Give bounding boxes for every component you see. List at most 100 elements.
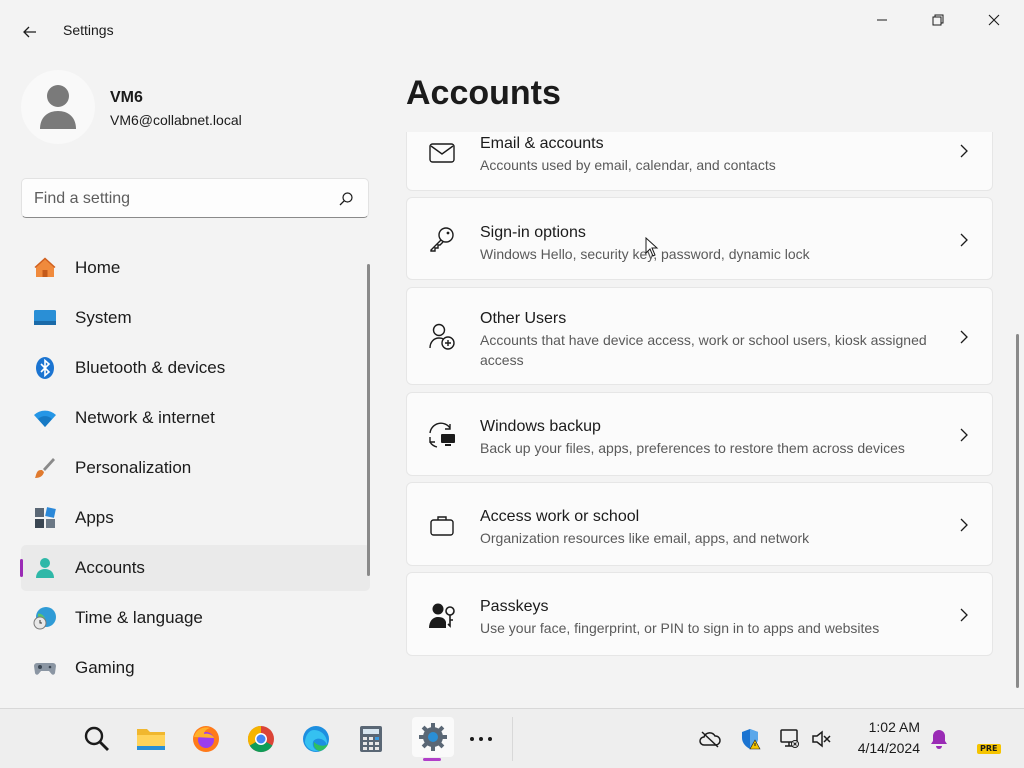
app-title: Settings xyxy=(63,22,114,38)
page-title: Accounts xyxy=(406,74,561,112)
more-icon xyxy=(470,737,492,741)
tray-volume[interactable] xyxy=(809,727,833,751)
chevron-right-icon xyxy=(960,518,968,532)
restore-button[interactable] xyxy=(914,4,962,36)
sidebar-item-label: Apps xyxy=(75,508,114,527)
clock-time[interactable]: 1:02 AM xyxy=(850,719,920,735)
card-title: Sign-in options xyxy=(480,224,586,241)
avatar[interactable] xyxy=(21,70,95,144)
system-icon xyxy=(33,306,57,330)
taskbar-file-explorer[interactable] xyxy=(133,721,169,757)
gamepad-icon xyxy=(33,656,57,680)
sidebar-scrollbar[interactable] xyxy=(367,264,370,576)
back-arrow-icon xyxy=(23,26,36,38)
backup-icon xyxy=(427,421,457,451)
taskbar-separator xyxy=(512,717,513,761)
calculator-icon xyxy=(360,726,382,752)
minimize-icon xyxy=(877,19,887,21)
card-description: Organization resources like email, apps,… xyxy=(480,530,810,546)
close-button[interactable] xyxy=(970,4,1018,36)
sidebar-item-label: Time & language xyxy=(75,608,203,627)
card-description: Accounts used by email, calendar, and co… xyxy=(480,157,776,173)
search-icon[interactable] xyxy=(338,191,354,207)
settings-list: Email & accounts Accounts used by email,… xyxy=(406,132,994,708)
settings-icon xyxy=(419,723,447,751)
edge-icon xyxy=(303,726,329,752)
taskbar-calculator[interactable] xyxy=(353,721,389,757)
sidebar-item-gaming[interactable]: Gaming xyxy=(21,645,370,691)
back-button[interactable] xyxy=(14,18,46,46)
sidebar-item-home[interactable]: Home xyxy=(21,245,370,291)
tray-onedrive[interactable] xyxy=(698,727,722,751)
sidebar-item-time-language[interactable]: Time & language xyxy=(21,595,370,641)
sidebar-item-accounts[interactable]: Accounts xyxy=(20,545,370,591)
sidebar-item-bluetooth[interactable]: Bluetooth & devices xyxy=(21,345,370,391)
tray-network[interactable] xyxy=(777,727,801,751)
taskbar-more-button[interactable] xyxy=(463,721,499,757)
card-title: Windows backup xyxy=(480,418,601,435)
profile-email: VM6@collabnet.local xyxy=(110,112,242,128)
wifi-icon xyxy=(33,406,57,430)
sidebar-item-personalization[interactable]: Personalization xyxy=(21,445,370,491)
chevron-right-icon xyxy=(960,608,968,622)
sidebar-item-label: System xyxy=(75,308,132,327)
globe-clock-icon xyxy=(33,606,57,630)
restore-icon xyxy=(932,14,944,26)
card-other-users[interactable]: Other Users Accounts that have device ac… xyxy=(406,287,993,385)
taskbar-settings[interactable] xyxy=(412,717,454,757)
chevron-right-icon xyxy=(960,330,968,344)
tray-notifications[interactable] xyxy=(927,727,951,751)
search-input[interactable] xyxy=(34,187,324,211)
sidebar-item-label: Home xyxy=(75,258,121,277)
card-email-accounts[interactable]: Email & accounts Accounts used by email,… xyxy=(406,132,993,191)
card-description: Accounts that have device access, work o… xyxy=(480,332,927,368)
taskbar-edge[interactable] xyxy=(298,721,334,757)
profile-name: VM6 xyxy=(110,89,143,106)
sidebar-nav: Home System Bluetooth & devices Network … xyxy=(20,245,370,695)
add-user-icon xyxy=(427,322,457,352)
tray-security[interactable] xyxy=(738,727,762,751)
sidebar-item-network[interactable]: Network & internet xyxy=(21,395,370,441)
taskbar: 1:02 AM 4/14/2024 PRE xyxy=(0,708,1024,768)
taskbar-firefox[interactable] xyxy=(188,721,224,757)
active-app-indicator xyxy=(423,758,441,761)
passkey-icon xyxy=(427,601,457,631)
accounts-icon xyxy=(33,556,57,580)
minimize-button[interactable] xyxy=(858,4,906,36)
card-title: Other Users xyxy=(480,310,567,327)
card-passkeys[interactable]: Passkeys Use your face, fingerprint, or … xyxy=(406,572,993,656)
bluetooth-icon xyxy=(33,356,57,380)
key-icon xyxy=(427,224,457,254)
preview-badge: PRE xyxy=(977,744,1001,754)
search-icon xyxy=(84,726,109,751)
sidebar-item-apps[interactable]: Apps xyxy=(21,495,370,541)
user-avatar-icon xyxy=(40,85,76,129)
content-scrollbar[interactable] xyxy=(1016,334,1019,688)
sidebar-item-label: Gaming xyxy=(75,658,135,677)
card-windows-backup[interactable]: Windows backup Back up your files, apps,… xyxy=(406,392,993,476)
sidebar-item-system[interactable]: System xyxy=(21,295,370,341)
search-box[interactable] xyxy=(21,178,369,218)
cloud-offline-icon xyxy=(699,731,721,748)
taskbar-chrome[interactable] xyxy=(243,721,279,757)
apps-icon xyxy=(33,506,57,530)
bell-icon xyxy=(931,730,947,749)
shield-warning-icon xyxy=(742,729,761,750)
card-description: Back up your files, apps, preferences to… xyxy=(480,440,905,456)
clock-date[interactable]: 4/14/2024 xyxy=(840,740,920,756)
network-disconnected-icon xyxy=(780,729,799,748)
taskbar-search-button[interactable] xyxy=(79,721,115,757)
mouse-cursor-icon xyxy=(645,237,659,257)
chevron-right-icon xyxy=(960,233,968,247)
card-access-work-school[interactable]: Access work or school Organization resou… xyxy=(406,482,993,566)
sidebar-item-label: Network & internet xyxy=(75,408,215,427)
card-title: Access work or school xyxy=(480,508,640,525)
home-icon xyxy=(33,256,57,280)
sidebar-item-label: Accounts xyxy=(75,558,145,577)
card-sign-in-options[interactable]: Sign-in options Windows Hello, security … xyxy=(406,197,993,280)
title-bar: Settings xyxy=(0,0,1024,60)
brush-icon xyxy=(33,456,57,480)
mail-icon xyxy=(427,138,457,168)
sidebar-item-label: Bluetooth & devices xyxy=(75,358,226,377)
card-title: Email & accounts xyxy=(480,135,604,152)
